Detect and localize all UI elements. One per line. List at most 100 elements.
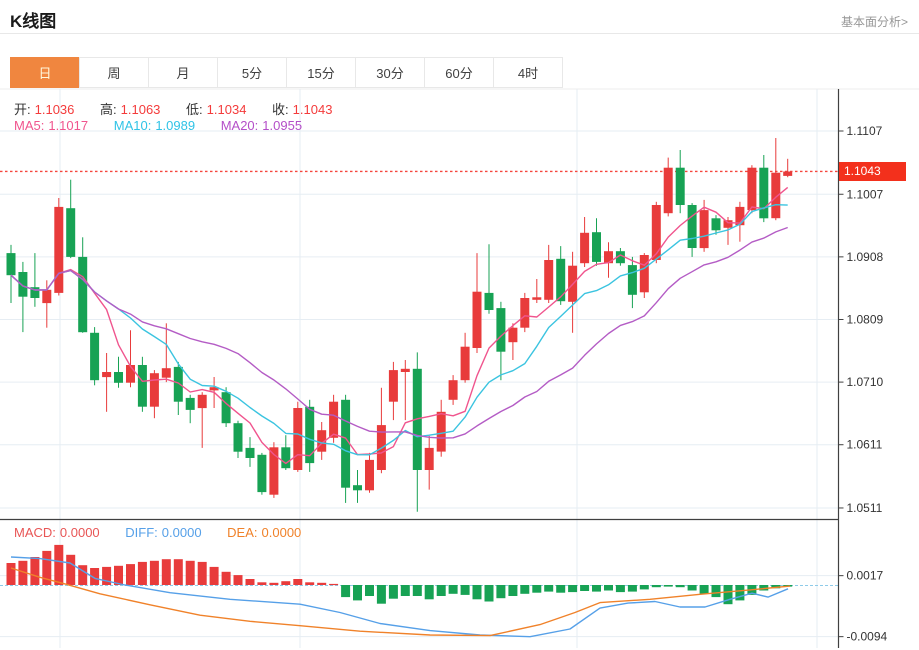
macd-bar [675,585,685,588]
low-label: 低: [186,102,203,117]
diff-value: 0.0000 [161,525,202,540]
macd-bar [556,585,566,593]
dea-label: DEA: [227,525,258,540]
candle [651,205,661,260]
macd-bar [317,582,327,585]
macd-axis-label: -0.0094 [847,630,888,644]
candle [78,256,88,333]
candle [424,447,434,470]
candle [448,380,458,400]
candle [508,327,518,343]
candle [341,399,351,488]
open-value: 1.1036 [34,102,75,117]
high-label: 高: [100,102,117,117]
macd-bar [448,585,458,594]
candle [173,366,183,402]
macd-bar [137,561,147,585]
macd-bar [329,583,339,586]
candle [436,411,446,452]
candle [66,208,76,257]
candle [126,365,135,383]
macd-bar [376,585,386,604]
macd-bar [568,585,578,593]
candle [257,454,267,493]
macd-bar [412,585,422,596]
candle [627,265,637,295]
ma5-label: MA5: [14,118,45,133]
ma10-value: 1.0989 [155,118,196,133]
macd-axis-label: 0.0017 [847,569,884,583]
low-value: 1.1034 [206,102,247,117]
macd-bar [699,585,709,594]
candle [293,408,303,470]
candle [197,394,207,409]
candle [723,220,733,228]
candle [639,255,649,293]
candle [353,485,362,491]
close-value: 1.1043 [292,102,333,117]
macd-bar [126,564,135,585]
candle [699,210,709,249]
ma20-line [10,226,788,439]
macd-bar [424,585,434,600]
macd-bar [484,585,494,602]
candle [663,167,673,214]
macd-bar [221,571,231,585]
candle [556,258,566,302]
candle [759,167,769,219]
candle [6,253,16,276]
ma-readout: MA5: 1.1017 MA10: 1.0989 MA20: 1.0955 [14,118,306,133]
candle [711,218,721,231]
macd-value: 0.0000 [59,525,100,540]
ma5-line [10,186,789,465]
macd-bar [281,581,291,585]
candle [687,205,697,248]
diff-label: DIFF: [125,525,158,540]
macd-bar [388,585,398,599]
macd-bar [209,566,219,585]
candle [54,206,64,293]
macd-bar [293,579,303,585]
ma20-label: MA20: [220,118,259,133]
kline-chart-svg[interactable]: 1.1107 1.1007 1.0908 1.0809 1.0710 1.0611 1.05… [0,0,919,650]
kline-widget: K线图 基本面分析> 日周月 5分 15分 30分 60分 4时 1.1107 1.1007… [0,0,919,650]
candle [233,423,243,452]
macd-bar [580,585,590,591]
macd-bar [532,585,542,593]
macd-bar [30,557,40,585]
candle [281,447,291,469]
macd-bar [173,559,183,585]
candle [329,401,339,438]
ma5-value: 1.1017 [48,118,89,133]
high-value: 1.1063 [120,102,161,117]
dea-value: 0.0000 [261,525,302,540]
candle [496,308,506,352]
macd-bar [233,575,243,585]
macd-bar [6,563,16,585]
price-axis-label: 1.0611 [847,438,883,452]
macd-bar [615,585,625,593]
macd-bar [544,585,554,592]
candle [149,373,159,407]
candle [532,297,542,300]
candle [161,368,171,378]
macd-bar [149,560,159,585]
macd-bar [400,585,410,596]
macd-bar [185,560,195,585]
ma10-label: MA10: [113,118,152,133]
macd-label: MACD: [14,525,56,540]
macd-bar [592,585,601,592]
macd-bar [663,585,673,587]
price-axis-label: 1.1007 [847,187,884,201]
macd-bar [436,585,446,596]
macd-bar [687,585,697,591]
price-axis-label: 1.0511 [847,501,883,515]
macd-bar [245,579,255,585]
macd-bar [604,585,613,591]
candle [592,232,601,262]
candle [245,447,255,458]
ohlc-readout: 开: 1.1036 高: 1.1063 低: 1.1034 收: 1.1043 [14,99,336,118]
macd-bar [269,582,279,585]
candle [185,397,195,410]
macd-bar [161,559,171,585]
